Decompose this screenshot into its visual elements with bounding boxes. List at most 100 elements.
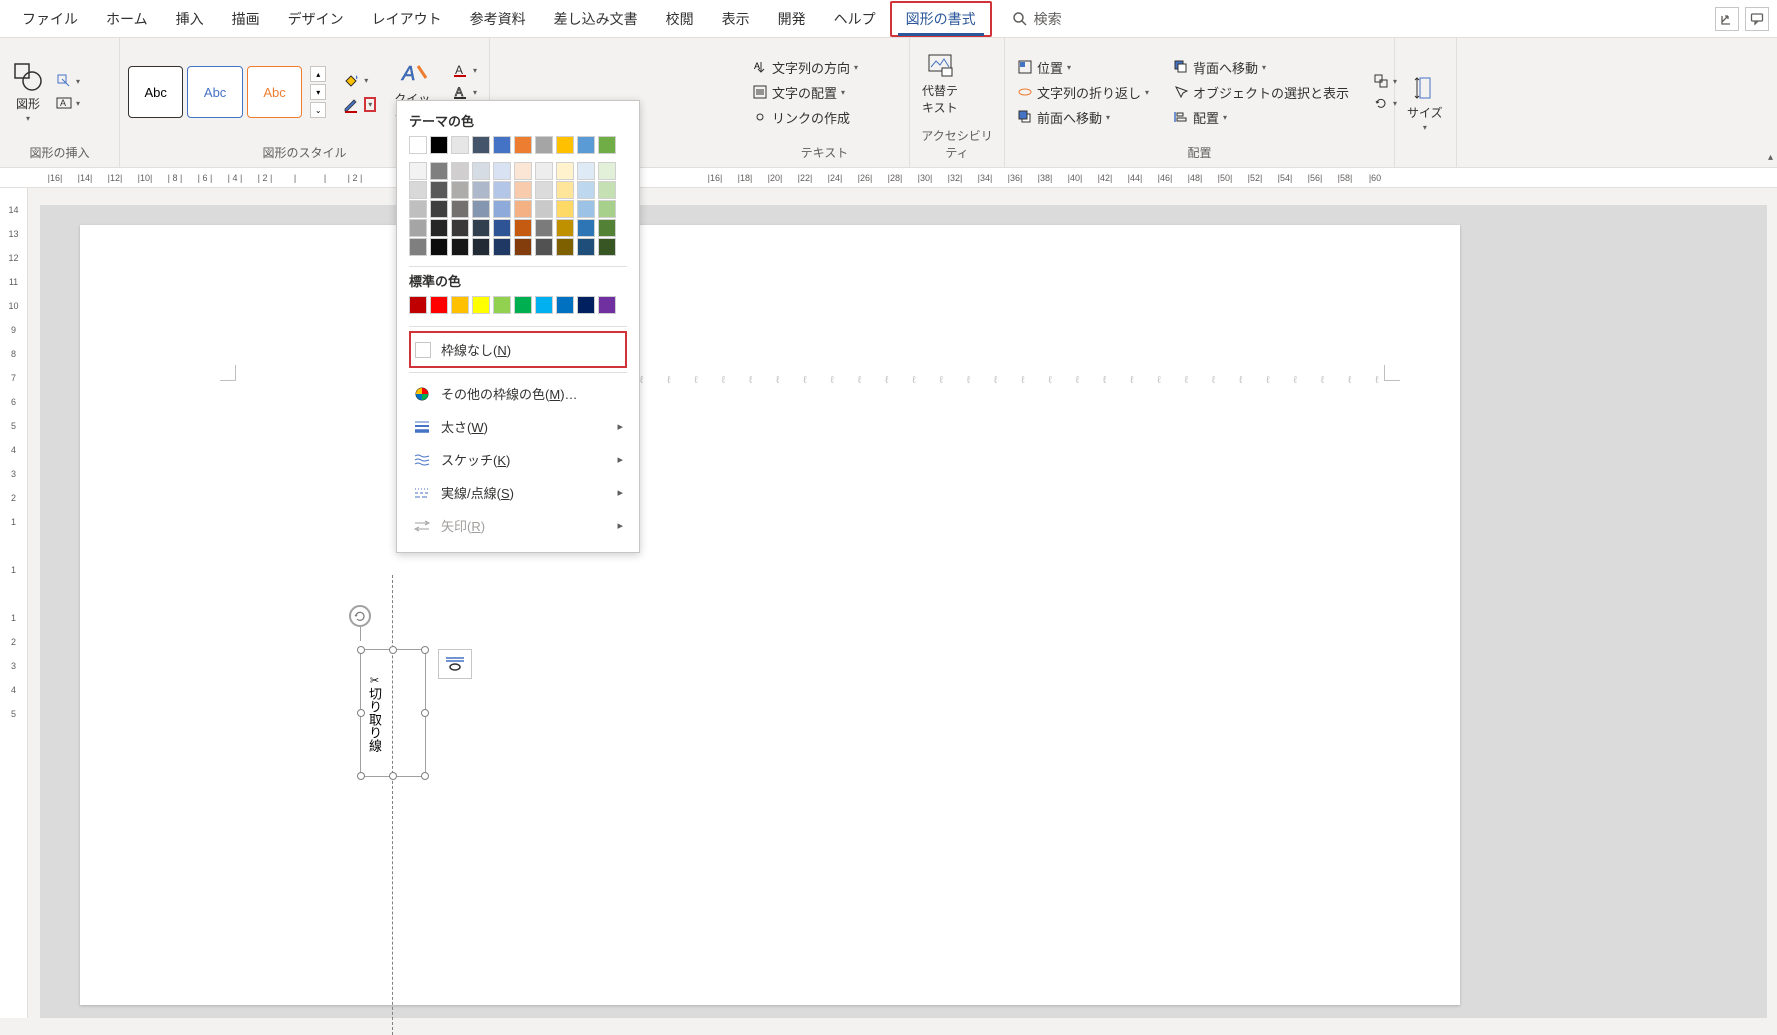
color-swatch[interactable] xyxy=(598,296,616,314)
comments-icon[interactable] xyxy=(1745,7,1769,31)
tab-design[interactable]: デザイン xyxy=(274,3,358,35)
color-swatch[interactable] xyxy=(535,296,553,314)
color-swatch[interactable] xyxy=(535,219,553,237)
resize-handle-ml[interactable] xyxy=(357,709,365,717)
color-swatch[interactable] xyxy=(493,136,511,154)
style-scroll-down[interactable]: ▾ xyxy=(310,84,326,100)
color-swatch[interactable] xyxy=(535,162,553,180)
color-swatch[interactable] xyxy=(598,181,616,199)
color-swatch[interactable] xyxy=(556,162,574,180)
color-swatch[interactable] xyxy=(556,219,574,237)
color-swatch[interactable] xyxy=(493,238,511,256)
weight-item[interactable]: 太さ(W)▸ xyxy=(409,410,627,443)
color-swatch[interactable] xyxy=(472,296,490,314)
color-swatch[interactable] xyxy=(514,238,532,256)
color-swatch[interactable] xyxy=(430,162,448,180)
edit-shape-button[interactable]: ▾ xyxy=(52,71,84,91)
style-preset-3[interactable]: Abc xyxy=(247,66,302,118)
no-outline-item[interactable]: 枠線なし(N) xyxy=(409,331,627,368)
tab-help[interactable]: ヘルプ xyxy=(820,3,890,35)
color-swatch[interactable] xyxy=(535,238,553,256)
size-button[interactable]: サイズ ▾ xyxy=(1403,70,1447,136)
wrap-text-button[interactable]: 文字列の折り返し▾ xyxy=(1013,81,1153,104)
resize-handle-br[interactable] xyxy=(421,772,429,780)
color-swatch[interactable] xyxy=(598,219,616,237)
color-swatch[interactable] xyxy=(535,200,553,218)
color-swatch[interactable] xyxy=(577,136,595,154)
color-swatch[interactable] xyxy=(535,136,553,154)
color-swatch[interactable] xyxy=(451,219,469,237)
tab-layout[interactable]: レイアウト xyxy=(358,3,456,35)
resize-handle-bm[interactable] xyxy=(389,772,397,780)
color-swatch[interactable] xyxy=(577,296,595,314)
color-swatch[interactable] xyxy=(556,296,574,314)
color-swatch[interactable] xyxy=(472,238,490,256)
color-swatch[interactable] xyxy=(472,219,490,237)
page[interactable]: ℓℓℓℓℓℓℓℓℓℓℓℓℓℓℓℓℓℓℓℓℓℓℓℓℓℓℓℓ ✂切り取り線 xyxy=(80,225,1460,1005)
color-swatch[interactable] xyxy=(556,136,574,154)
shape-outline-button[interactable]: ▾ xyxy=(338,93,380,115)
tab-developer[interactable]: 開発 xyxy=(764,3,820,35)
text-outline-button[interactable]: A▾ xyxy=(449,82,481,102)
search-box[interactable]: 検索 xyxy=(1012,9,1062,29)
create-link-button[interactable]: リンクの作成 xyxy=(748,106,862,129)
color-swatch[interactable] xyxy=(514,162,532,180)
color-swatch[interactable] xyxy=(472,136,490,154)
color-swatch[interactable] xyxy=(430,136,448,154)
color-swatch[interactable] xyxy=(598,200,616,218)
color-swatch[interactable] xyxy=(409,136,427,154)
color-swatch[interactable] xyxy=(451,296,469,314)
text-direction-button[interactable]: A文字列の方向▾ xyxy=(748,56,862,79)
style-preset-2[interactable]: Abc xyxy=(187,66,242,118)
color-swatch[interactable] xyxy=(577,181,595,199)
color-swatch[interactable] xyxy=(577,238,595,256)
color-swatch[interactable] xyxy=(409,162,427,180)
selection-pane-button[interactable]: オブジェクトの選択と表示 xyxy=(1169,81,1353,104)
style-preset-1[interactable]: Abc xyxy=(128,66,183,118)
text-box-button[interactable]: A▾ xyxy=(52,93,84,113)
color-swatch[interactable] xyxy=(430,219,448,237)
rotate-handle[interactable] xyxy=(349,605,371,627)
color-swatch[interactable] xyxy=(409,181,427,199)
more-outline-colors-item[interactable]: その他の枠線の色(M)… xyxy=(409,377,627,410)
color-swatch[interactable] xyxy=(409,219,427,237)
color-swatch[interactable] xyxy=(556,200,574,218)
tab-home[interactable]: ホーム xyxy=(92,3,162,35)
color-swatch[interactable] xyxy=(514,181,532,199)
color-swatch[interactable] xyxy=(577,219,595,237)
color-swatch[interactable] xyxy=(493,296,511,314)
shapes-gallery-button[interactable]: 図形 ▾ xyxy=(8,57,48,127)
color-swatch[interactable] xyxy=(514,200,532,218)
color-swatch[interactable] xyxy=(451,162,469,180)
resize-handle-tm[interactable] xyxy=(389,646,397,654)
tab-references[interactable]: 参考資料 xyxy=(456,3,540,35)
style-scroll-up[interactable]: ▴ xyxy=(310,66,326,82)
color-swatch[interactable] xyxy=(514,136,532,154)
color-swatch[interactable] xyxy=(451,238,469,256)
resize-handle-tl[interactable] xyxy=(357,646,365,654)
tab-review[interactable]: 校閲 xyxy=(652,3,708,35)
color-swatch[interactable] xyxy=(577,200,595,218)
color-swatch[interactable] xyxy=(598,238,616,256)
tab-draw[interactable]: 描画 xyxy=(218,3,274,35)
color-swatch[interactable] xyxy=(451,200,469,218)
color-swatch[interactable] xyxy=(556,238,574,256)
color-swatch[interactable] xyxy=(451,136,469,154)
color-swatch[interactable] xyxy=(472,200,490,218)
share-icon[interactable] xyxy=(1715,7,1739,31)
color-swatch[interactable] xyxy=(451,181,469,199)
color-swatch[interactable] xyxy=(409,296,427,314)
resize-handle-mr[interactable] xyxy=(421,709,429,717)
color-swatch[interactable] xyxy=(535,181,553,199)
color-swatch[interactable] xyxy=(493,200,511,218)
position-button[interactable]: 位置▾ xyxy=(1013,56,1153,79)
resize-handle-bl[interactable] xyxy=(357,772,365,780)
color-swatch[interactable] xyxy=(430,296,448,314)
color-swatch[interactable] xyxy=(493,162,511,180)
text-fill-button[interactable]: A▾ xyxy=(449,60,481,80)
send-backward-button[interactable]: 背面へ移動▾ xyxy=(1169,56,1353,79)
color-swatch[interactable] xyxy=(556,181,574,199)
color-swatch[interactable] xyxy=(493,219,511,237)
collapse-ribbon-button[interactable]: ▴ xyxy=(1768,152,1773,163)
color-swatch[interactable] xyxy=(472,181,490,199)
